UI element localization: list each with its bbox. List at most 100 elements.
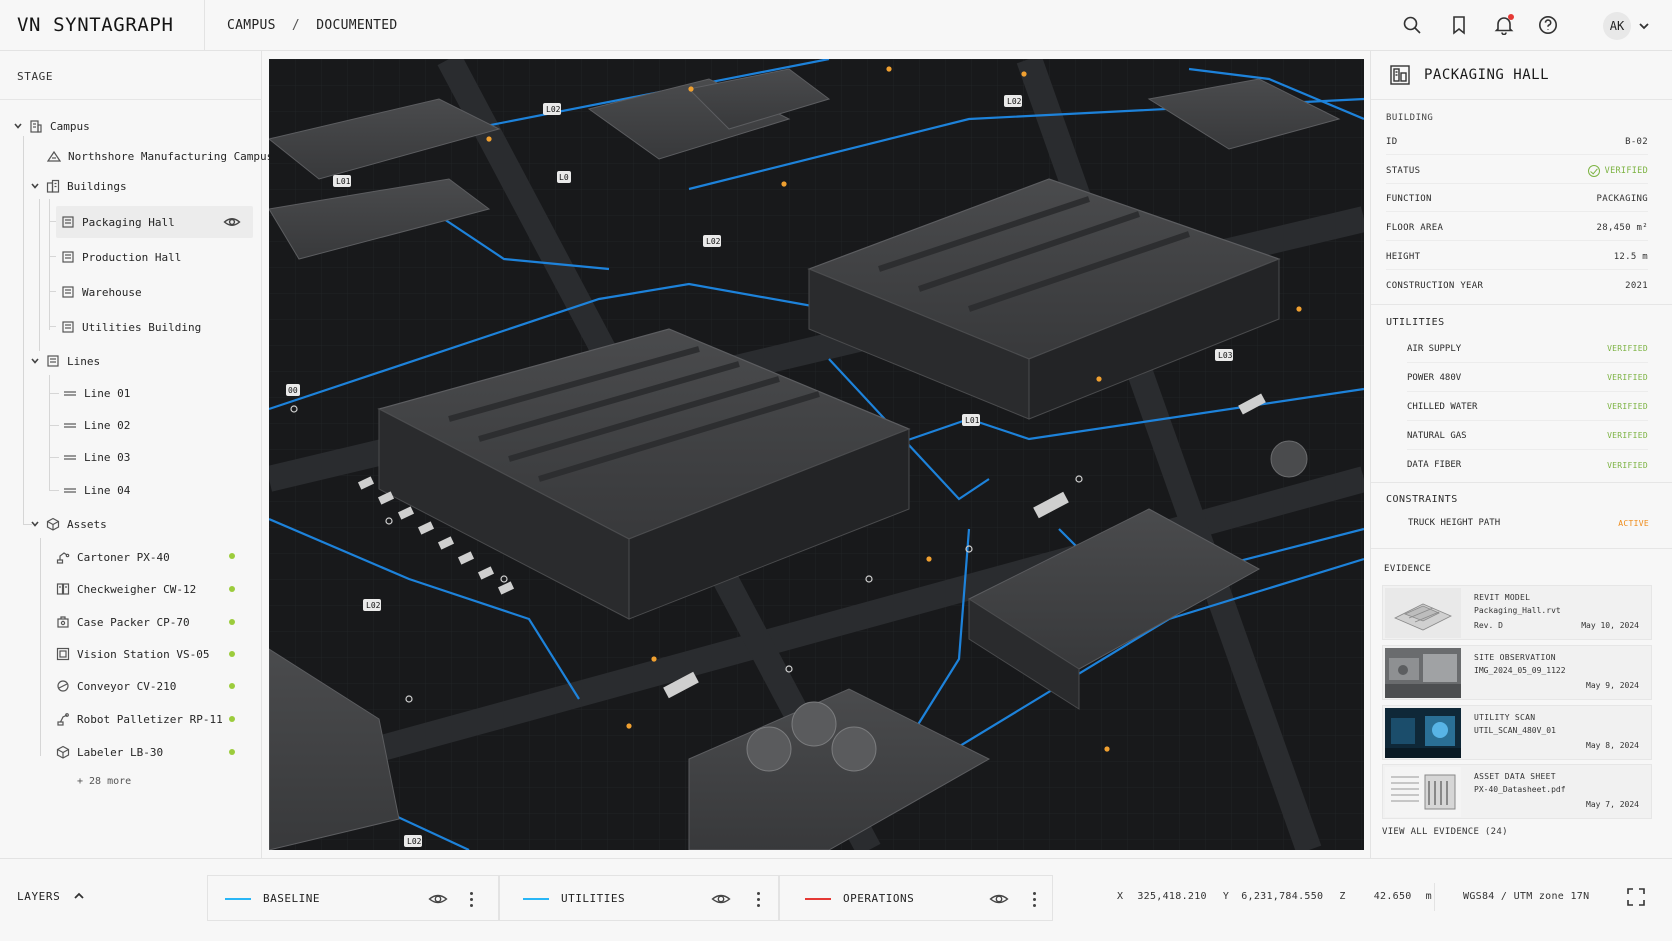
divider	[1386, 269, 1648, 270]
layer-card-baseline[interactable]: BASELINE	[207, 875, 499, 921]
layer-card-operations[interactable]: OPERATIONS	[779, 875, 1053, 921]
evidence-card[interactable]: ASSET DATA SHEET PX-40_Datasheet.pdf May…	[1382, 764, 1652, 819]
map-label[interactable]: L02	[703, 235, 721, 247]
tree-item-line-03[interactable]: Line 03	[63, 442, 130, 472]
tree-guide	[39, 199, 40, 351]
chevron-down-icon[interactable]	[13, 121, 23, 131]
tree-item-assets[interactable]: Assets	[30, 509, 107, 539]
layer-color-swatch	[225, 898, 251, 900]
layers-bar: LAYERS BASELINE UTILITIES OPERATIONS X 3…	[0, 858, 1672, 941]
constraint-row[interactable]: TRUCK HEIGHT PATH ACTIVE	[1408, 509, 1649, 537]
tree-guide	[49, 326, 56, 327]
tree-item-utilities-building[interactable]: Utilities Building	[61, 312, 201, 342]
building-icon	[1389, 64, 1411, 86]
more-vertical-icon[interactable]	[1031, 889, 1037, 909]
utility-row[interactable]: NATURAL GAS VERIFIED	[1407, 422, 1648, 450]
status-badge: VERIFIED	[1607, 402, 1648, 411]
fullscreen-icon[interactable]	[1627, 888, 1645, 906]
coord-y-value: 6,231,784.550	[1241, 891, 1324, 902]
tree-guide	[49, 457, 59, 458]
map-label[interactable]: L02	[1004, 95, 1022, 107]
help-icon[interactable]	[1537, 14, 1559, 36]
chevron-up-icon[interactable]	[72, 889, 86, 903]
map-label[interactable]: 00	[286, 384, 300, 396]
evidence-date: May 9, 2024	[1586, 681, 1639, 690]
utility-row[interactable]: AIR SUPPLY VERIFIED	[1407, 335, 1648, 363]
bookmark-icon[interactable]	[1448, 14, 1470, 36]
map-label[interactable]: L0	[557, 171, 571, 183]
breadcrumb-item-documented[interactable]: DOCUMENTED	[316, 18, 397, 33]
line-icon	[63, 450, 77, 464]
eye-icon[interactable]	[223, 213, 241, 231]
lines-icon	[46, 354, 60, 368]
evidence-type: ASSET DATA SHEET	[1474, 772, 1556, 781]
tree-item-campus[interactable]: Campus	[13, 111, 90, 141]
evidence-card[interactable]: UTILITY SCAN UTIL_SCAN_480V_01 May 8, 20…	[1382, 705, 1652, 760]
utility-row[interactable]: POWER 480V VERIFIED	[1407, 364, 1648, 392]
revit-model-thumbnail	[1385, 588, 1461, 638]
view-all-evidence-link[interactable]: VIEW ALL EVIDENCE (24)	[1382, 827, 1508, 837]
asset-label: Labeler LB-30	[77, 745, 164, 759]
search-icon[interactable]	[1401, 14, 1423, 36]
layer-card-utilities[interactable]: UTILITIES	[499, 875, 779, 921]
map-label[interactable]: L02	[543, 103, 561, 115]
coordinate-readout: X 325,418.210 Y 6,231,784.550 Z 42.650 m	[1117, 891, 1432, 902]
tree-item-production-hall[interactable]: Production Hall	[61, 242, 181, 272]
map-label[interactable]: L01	[962, 414, 980, 426]
datasheet-thumbnail	[1385, 767, 1461, 817]
more-vertical-icon[interactable]	[468, 889, 474, 909]
evidence-file: PX-40_Datasheet.pdf	[1474, 785, 1566, 794]
asset-item-labeler[interactable]: Labeler LB-30	[56, 737, 163, 767]
chevron-down-icon[interactable]	[1637, 18, 1651, 32]
breadcrumb-item-campus[interactable]: CAMPUS	[227, 18, 276, 33]
chevron-down-icon[interactable]	[30, 356, 40, 366]
eye-icon[interactable]	[711, 889, 731, 909]
utility-row[interactable]: DATA FIBER VERIFIED	[1407, 451, 1648, 479]
tree-guide	[49, 221, 56, 222]
tree-item-northshore[interactable]: Northshore Manufacturing Campus	[47, 141, 273, 171]
tree-item-line-04[interactable]: Line 04	[63, 475, 130, 505]
chevron-down-icon[interactable]	[30, 519, 40, 529]
asset-item-cartoner[interactable]: Cartoner PX-40	[56, 542, 170, 572]
asset-item-vision-station[interactable]: Vision Station VS-05	[56, 639, 209, 669]
tree-item-lines[interactable]: Lines	[30, 346, 100, 376]
bell-icon[interactable]	[1493, 14, 1515, 36]
utility-name: POWER 480V	[1407, 372, 1462, 383]
asset-item-checkweigher[interactable]: Checkweigher CW-12	[56, 574, 196, 604]
svg-text:L02: L02	[1007, 97, 1022, 106]
tree-item-line-02[interactable]: Line 02	[63, 410, 130, 440]
detail-header: PACKAGING HALL	[1389, 64, 1549, 86]
detail-panel: PACKAGING HALL BUILDING ID B-02 STATUS V…	[1370, 51, 1672, 858]
utility-row[interactable]: CHILLED WATER VERIFIED	[1407, 393, 1648, 421]
eye-icon[interactable]	[989, 889, 1009, 909]
tree-item-warehouse[interactable]: Warehouse	[61, 277, 142, 307]
map-label[interactable]: L03	[1215, 349, 1233, 361]
divider	[1371, 99, 1672, 100]
tree-item-label: Buildings	[67, 179, 127, 193]
asset-item-conveyor[interactable]: Conveyor CV-210	[56, 671, 176, 701]
avatar[interactable]: AK	[1603, 12, 1631, 40]
map-label[interactable]: L02	[404, 835, 422, 847]
status-badge: ACTIVE	[1618, 518, 1649, 528]
divider	[1386, 154, 1648, 155]
more-assets-link[interactable]: + 28 more	[77, 776, 131, 787]
evidence-card[interactable]: SITE OBSERVATION IMG_2024_05_09_1122 May…	[1382, 645, 1652, 700]
tree-item-buildings[interactable]: Buildings	[30, 171, 127, 201]
more-vertical-icon[interactable]	[755, 889, 761, 909]
evidence-card[interactable]: REVIT MODEL Packaging_Hall.rvt Rev. D Ma…	[1382, 585, 1652, 640]
app-logo[interactable]: VN SYNTAGRAPH	[17, 14, 174, 36]
map-label[interactable]: L01	[333, 175, 351, 187]
tree-item-line-01[interactable]: Line 01	[63, 378, 130, 408]
map-viewport[interactable]: L01 L02 L0 L02 L02 L03 L01 L02 L02 00	[269, 59, 1364, 850]
map-label[interactable]: L02	[363, 599, 381, 611]
tree-item-label: Line 02	[84, 418, 131, 432]
asset-item-robot-palletizer[interactable]: Robot Palletizer RP-11	[56, 704, 223, 734]
field-function: FUNCTION PACKAGING	[1386, 189, 1648, 209]
layers-toggle[interactable]: LAYERS	[17, 889, 86, 903]
asset-item-case-packer[interactable]: Case Packer CP-70	[56, 607, 190, 637]
chevron-down-icon[interactable]	[30, 181, 40, 191]
eye-icon[interactable]	[428, 889, 448, 909]
crs-selector[interactable]: WGS84 / UTM zone 17N	[1463, 891, 1589, 902]
asset-label: Conveyor CV-210	[77, 679, 177, 693]
line-icon	[63, 418, 77, 432]
